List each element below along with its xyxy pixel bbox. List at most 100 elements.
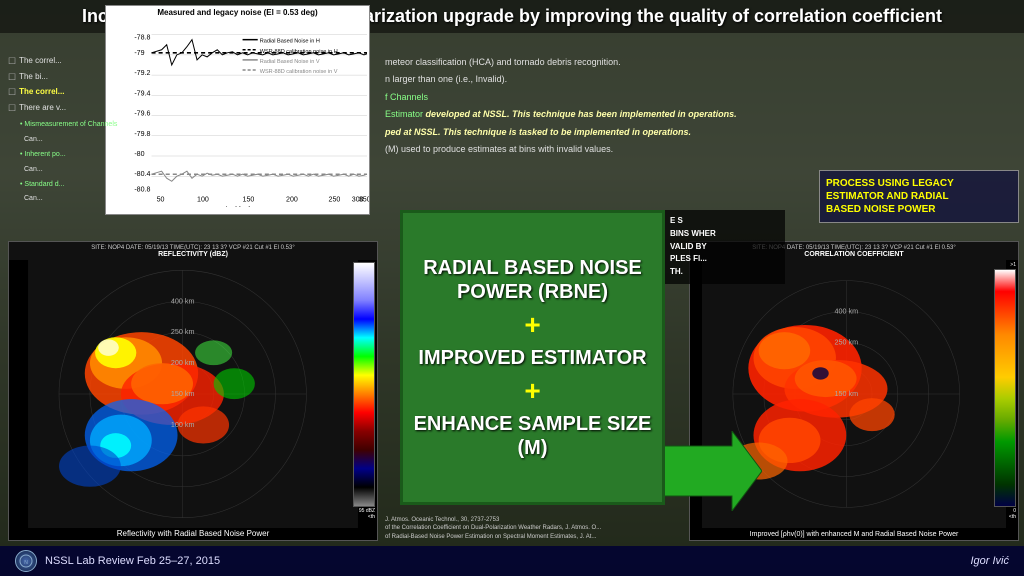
right-line-4-text: developed at NSSL. This technique has be…	[426, 109, 737, 119]
svg-text:Radial Based Noise in H: Radial Based Noise in H	[260, 39, 320, 45]
colorbar-right-max: >1	[994, 262, 1016, 268]
process-box-title: PROCESS USING LEGACYESTIMATOR AND RADIAL…	[826, 177, 1012, 216]
left-item-4: ☐ There are v...	[8, 102, 123, 115]
left-text-4: There are v...	[19, 102, 66, 113]
svg-text:WSR-88D calibration noise in V: WSR-88D calibration noise in V	[260, 69, 338, 75]
logo-svg: N	[18, 553, 34, 569]
radar-right-bottom: Improved [ρhv(0)] with enhanced M and Ra…	[690, 531, 1018, 538]
right-line-4: Estimator developed at NSSL. This techni…	[385, 107, 1019, 121]
left-panel: ☐ The correl... ☐ The bi... ☐ The correl…	[8, 55, 123, 206]
left-sub-text-6: Can...	[24, 195, 43, 202]
svg-text:WSR-88D calibration noise in H: WSR-88D calibration noise in H	[260, 49, 338, 55]
right-text-block: meteor classification (HCA) and tornado …	[385, 55, 1019, 159]
left-sub-4: Can...	[24, 162, 123, 175]
graph-title: Measured and legacy noise (El = 0.53 deg…	[106, 6, 369, 19]
svg-text:-80.8: -80.8	[134, 185, 150, 193]
plus-1: +	[524, 309, 540, 341]
radar-left: SITE: NOP4 DATE: 05/19/13 TIME(UTC): 23 …	[8, 241, 378, 541]
svg-text:-79.2: -79.2	[134, 69, 150, 77]
center-line-3: IMPROVED ESTIMATOR	[418, 346, 646, 370]
left-sub-text-3: • Inherent po...	[20, 151, 66, 158]
left-sub-text-4: Can...	[24, 166, 43, 173]
svg-text:400 km: 400 km	[834, 307, 858, 316]
checkbox-4: ☐	[8, 102, 16, 115]
svg-text:-79.4: -79.4	[134, 89, 150, 97]
svg-text:50: 50	[157, 196, 165, 204]
left-text-1: The correl...	[19, 55, 62, 66]
right-line-1: meteor classification (HCA) and tornado …	[385, 55, 1019, 69]
center-line-1: RADIAL BASED NOISEPOWER (RBNE)	[423, 256, 642, 304]
radar-left-title: SITE: NOP4 DATE: 05/19/13 TIME(UTC): 23 …	[9, 242, 377, 260]
bins-overlay: E S BINS WHER VALID BY PLES Fl... TH.	[665, 210, 785, 284]
svg-text:150 km: 150 km	[834, 389, 858, 398]
svg-text:Az (deg): Az (deg)	[224, 206, 251, 207]
graph-svg: -78.8 -79 -79.2 -79.4 -79.6 -79.8 -80 -8…	[106, 19, 369, 207]
radar-left-svg: 400 km 250 km 200 km 150 km 100 km	[9, 260, 377, 528]
checkbox-1: ☐	[8, 55, 16, 68]
citation-2: of the Correlation Coefficient on Dual-P…	[385, 524, 675, 532]
colorbar-min-label: <th	[353, 514, 375, 520]
svg-text:200: 200	[286, 196, 298, 204]
svg-text:150: 150	[243, 196, 255, 204]
svg-text:100: 100	[197, 196, 209, 204]
svg-text:-79.8: -79.8	[134, 130, 150, 138]
citation-1: J. Atmos. Oceanic Technol., 30, 2737-275…	[385, 516, 675, 524]
bottom-bar: N NSSL Lab Review Feb 25–27, 2015 Igor I…	[0, 546, 1024, 576]
left-text-2: The bi...	[19, 71, 48, 82]
right-line-5: ped at NSSL. This technique is tasked to…	[385, 125, 1019, 139]
left-sub-5: • Standard d...	[20, 177, 123, 190]
right-line-5-text: ped at NSSL. This technique is tasked to…	[385, 127, 691, 137]
radar-right-heading: CORRELATION COEFFICIENT	[804, 251, 903, 258]
left-text-3: The correl...	[19, 86, 64, 97]
svg-text:200 km: 200 km	[171, 358, 195, 367]
citations: J. Atmos. Oceanic Technol., 30, 2737-275…	[385, 516, 675, 541]
svg-text:250 km: 250 km	[834, 338, 858, 347]
plus-2: +	[524, 375, 540, 407]
colorbar-right-th: <th	[994, 514, 1016, 520]
svg-text:350: 350	[359, 196, 369, 204]
bottom-right-label: Igor Ivić	[970, 555, 1009, 567]
svg-text:-80.4: -80.4	[134, 170, 150, 178]
left-sub-2: Can...	[24, 132, 123, 145]
svg-text:100 km: 100 km	[171, 420, 195, 429]
green-arrow	[662, 431, 762, 516]
svg-text:250: 250	[329, 196, 341, 204]
svg-text:-79.6: -79.6	[134, 110, 150, 118]
left-sub-text-1: • Mismeasurement of Channels	[20, 121, 117, 128]
svg-text:400 km: 400 km	[171, 296, 195, 305]
svg-text:-79: -79	[134, 49, 144, 57]
radar-left-bottom: Reflectivity with Radial Based Noise Pow…	[9, 529, 377, 538]
left-sub-6: Can...	[24, 191, 123, 204]
colorbar-left: 95 dBZ <th	[353, 262, 375, 520]
nssl-logo: N	[15, 550, 37, 572]
noise-graph: Measured and legacy noise (El = 0.53 deg…	[105, 5, 370, 215]
svg-text:150 km: 150 km	[171, 389, 195, 398]
citation-3: of Radial-Based Noise Power Estimation o…	[385, 533, 675, 541]
checkbox-3: ☐	[8, 86, 16, 99]
left-item-3: ☐ The correl...	[8, 86, 123, 99]
process-box: PROCESS USING LEGACYESTIMATOR AND RADIAL…	[819, 170, 1019, 223]
left-sub-text-5: • Standard d...	[20, 181, 64, 188]
svg-text:250 km: 250 km	[171, 327, 195, 336]
graph-area: -78.8 -79 -79.2 -79.4 -79.6 -79.8 -80 -8…	[106, 19, 369, 207]
right-line-2: n larger than one (i.e., Invalid).	[385, 72, 1019, 86]
bottom-left: N NSSL Lab Review Feb 25–27, 2015	[15, 550, 220, 572]
right-line-6: (M) used to produce estimates at bins wi…	[385, 142, 1019, 156]
left-sub-text-2: Can...	[24, 136, 43, 143]
colorbar-right: >1 0 <th	[994, 262, 1016, 520]
left-sub-1: • Mismeasurement of Channels	[20, 117, 123, 130]
svg-text:-78.8: -78.8	[134, 34, 150, 42]
radar-left-heading: REFLECTIVITY (dBZ)	[158, 251, 228, 258]
center-green-box: RADIAL BASED NOISEPOWER (RBNE) + IMPROVE…	[400, 210, 665, 505]
checkbox-2: ☐	[8, 71, 16, 84]
svg-text:Radial Based Noise in V: Radial Based Noise in V	[260, 59, 320, 65]
bins-text: E S BINS WHER VALID BY PLES Fl... TH.	[670, 215, 780, 279]
left-item-2: ☐ The bi...	[8, 71, 123, 84]
center-line-4: ENHANCE SAMPLE SIZE(M)	[414, 412, 652, 460]
bottom-left-label: NSSL Lab Review Feb 25–27, 2015	[45, 555, 220, 567]
right-line-3: f Channels	[385, 90, 1019, 104]
left-item-1: ☐ The correl...	[8, 55, 123, 68]
left-sub-3: • Inherent po...	[20, 147, 123, 160]
label-estimator: Estimator	[385, 109, 423, 119]
svg-text:N: N	[24, 560, 28, 566]
